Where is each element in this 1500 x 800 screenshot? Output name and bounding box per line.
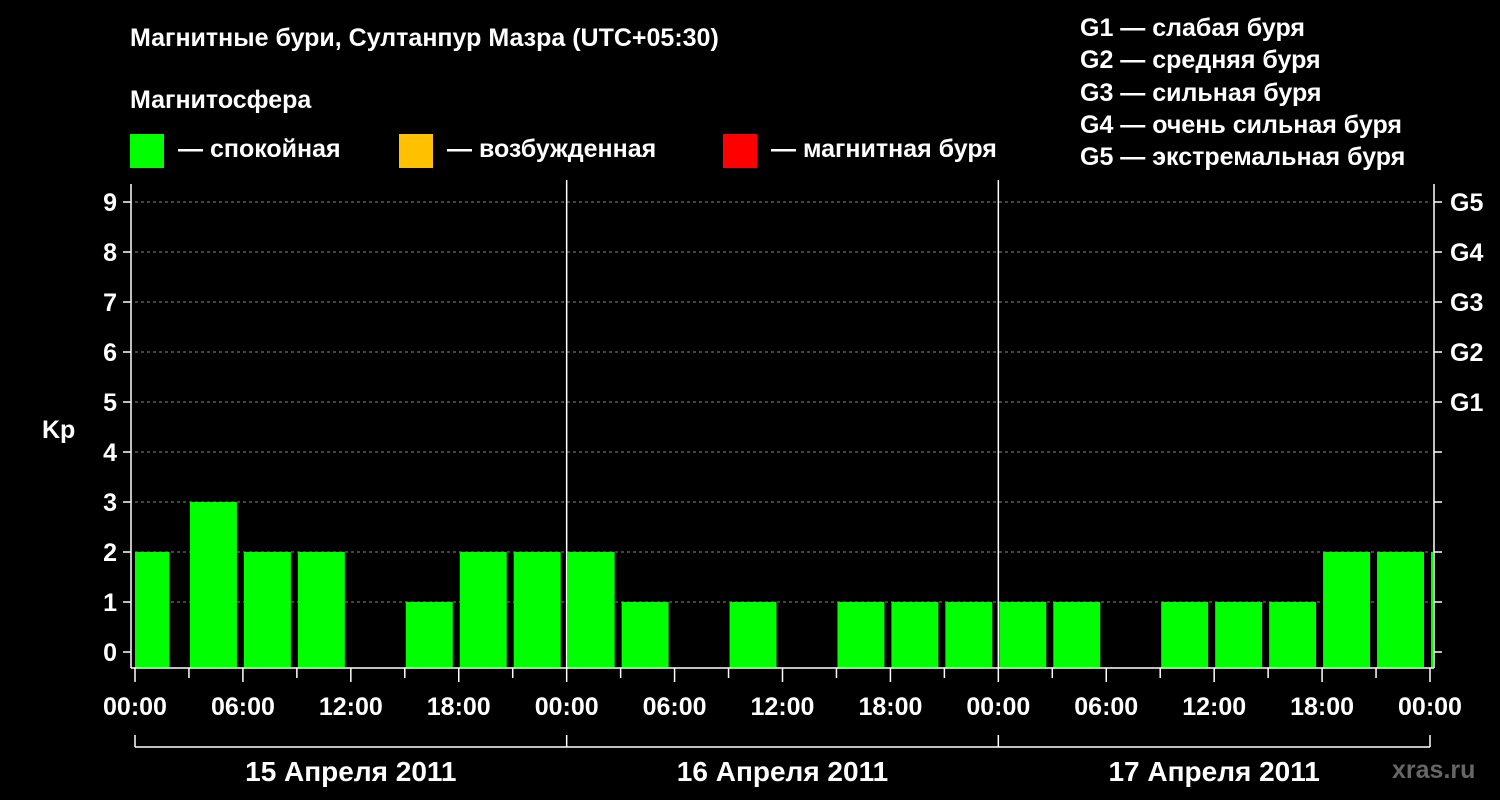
right-axis-label: G5 (1450, 189, 1483, 217)
kp-bar (189, 502, 237, 668)
watermark: xras.ru (1392, 756, 1476, 784)
day-label: 15 Апреля 2011 (245, 756, 456, 787)
kp-bar (945, 602, 993, 668)
y-tick-label: 5 (103, 389, 117, 417)
kp-bar (837, 602, 885, 668)
kp-bar (243, 552, 291, 668)
kp-bar (135, 552, 170, 668)
y-tick-label: 7 (103, 289, 117, 317)
x-tick-label: 12:00 (1182, 693, 1246, 721)
day-label: 16 Апреля 2011 (677, 756, 888, 787)
x-tick-label: 18:00 (427, 693, 491, 721)
y-axis-title: Kp (42, 416, 75, 444)
kp-bar (1269, 602, 1317, 668)
kp-bar (1431, 552, 1433, 668)
x-tick-label: 12:00 (319, 693, 383, 721)
right-axis-label: G1 (1450, 389, 1483, 417)
x-tick-label: 12:00 (751, 693, 815, 721)
x-tick-label: 00:00 (966, 693, 1030, 721)
x-tick-label: 00:00 (103, 693, 167, 721)
kp-bar (999, 602, 1047, 668)
kp-bar (729, 602, 777, 668)
x-tick-label: 06:00 (1074, 693, 1138, 721)
kp-bar (1053, 602, 1101, 668)
x-tick-label: 06:00 (643, 693, 707, 721)
kp-bar (1161, 602, 1209, 668)
day-label: 17 Апреля 2011 (1108, 756, 1319, 787)
kp-bar (459, 552, 507, 668)
y-tick-label: 2 (103, 539, 117, 567)
right-axis-label: G2 (1450, 339, 1483, 367)
right-axis-label: G3 (1450, 289, 1483, 317)
kp-bar (621, 602, 669, 668)
y-tick-label: 8 (103, 239, 117, 267)
y-tick-label: 0 (103, 639, 117, 667)
y-tick-label: 4 (103, 439, 117, 467)
kp-bar (405, 602, 453, 668)
y-tick-label: 1 (103, 589, 117, 617)
x-tick-label: 06:00 (211, 693, 275, 721)
kp-chart: 0 1 2 3 4 5 6 7 8 9 G1 G2 G3 G4 G5 Kp 00:00 06:00 12:00 18:… (42, 180, 1483, 787)
y-tick-label: 9 (103, 189, 117, 217)
x-tick-label: 18:00 (858, 693, 922, 721)
kp-bar (1215, 602, 1263, 668)
x-tick-label: 00:00 (535, 693, 599, 721)
right-axis-label: G4 (1450, 239, 1483, 267)
kp-bar (1323, 552, 1371, 668)
kp-bar (1377, 552, 1424, 668)
y-tick-label: 3 (103, 489, 117, 517)
kp-bar (297, 552, 345, 668)
kp-bar (513, 552, 561, 668)
x-tick-label: 18:00 (1290, 693, 1354, 721)
kp-bar (567, 552, 615, 668)
y-tick-label: 6 (103, 339, 117, 367)
x-tick-label: 00:00 (1398, 693, 1462, 721)
kp-bar (891, 602, 939, 668)
